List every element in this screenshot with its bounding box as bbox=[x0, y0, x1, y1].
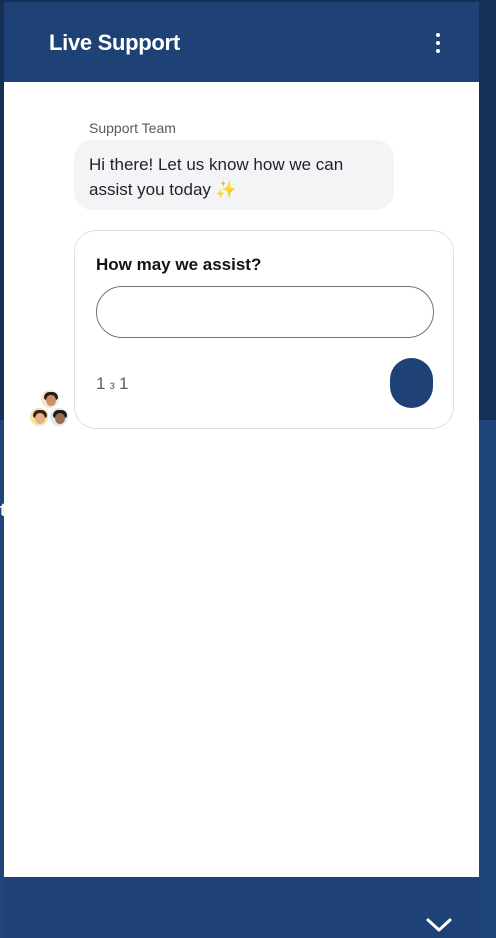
sender-name: Support Team bbox=[89, 120, 176, 136]
chat-body: Support Team Hi there! Let us know how w… bbox=[4, 82, 479, 877]
submit-button[interactable] bbox=[390, 358, 433, 408]
step-separator: з bbox=[109, 378, 115, 392]
question-form-card: How may we assist? 1з1 bbox=[74, 230, 454, 429]
more-vertical-icon-dot bbox=[436, 49, 440, 53]
more-options-button[interactable] bbox=[426, 28, 450, 58]
more-vertical-icon bbox=[436, 33, 440, 37]
form-question-label: How may we assist? bbox=[96, 255, 262, 274]
message-bubble: Hi there! Let us know how we can assist … bbox=[74, 140, 394, 210]
widget-header: Live Support bbox=[4, 2, 479, 82]
step-current: 1 bbox=[96, 374, 106, 393]
collapse-widget-button[interactable] bbox=[424, 912, 454, 936]
widget-title: Live Support bbox=[49, 30, 180, 55]
more-vertical-icon-dot bbox=[436, 41, 440, 45]
chevron-down-icon bbox=[426, 918, 452, 932]
form-step-counter: 1з1 bbox=[96, 374, 128, 394]
avatar bbox=[48, 406, 70, 428]
avatar bbox=[28, 406, 50, 428]
answer-input[interactable] bbox=[96, 286, 434, 338]
agent-avatars bbox=[28, 388, 72, 432]
step-total: 1 bbox=[118, 374, 129, 393]
live-support-widget: Live Support Support Team Hi there! Let … bbox=[4, 2, 479, 938]
